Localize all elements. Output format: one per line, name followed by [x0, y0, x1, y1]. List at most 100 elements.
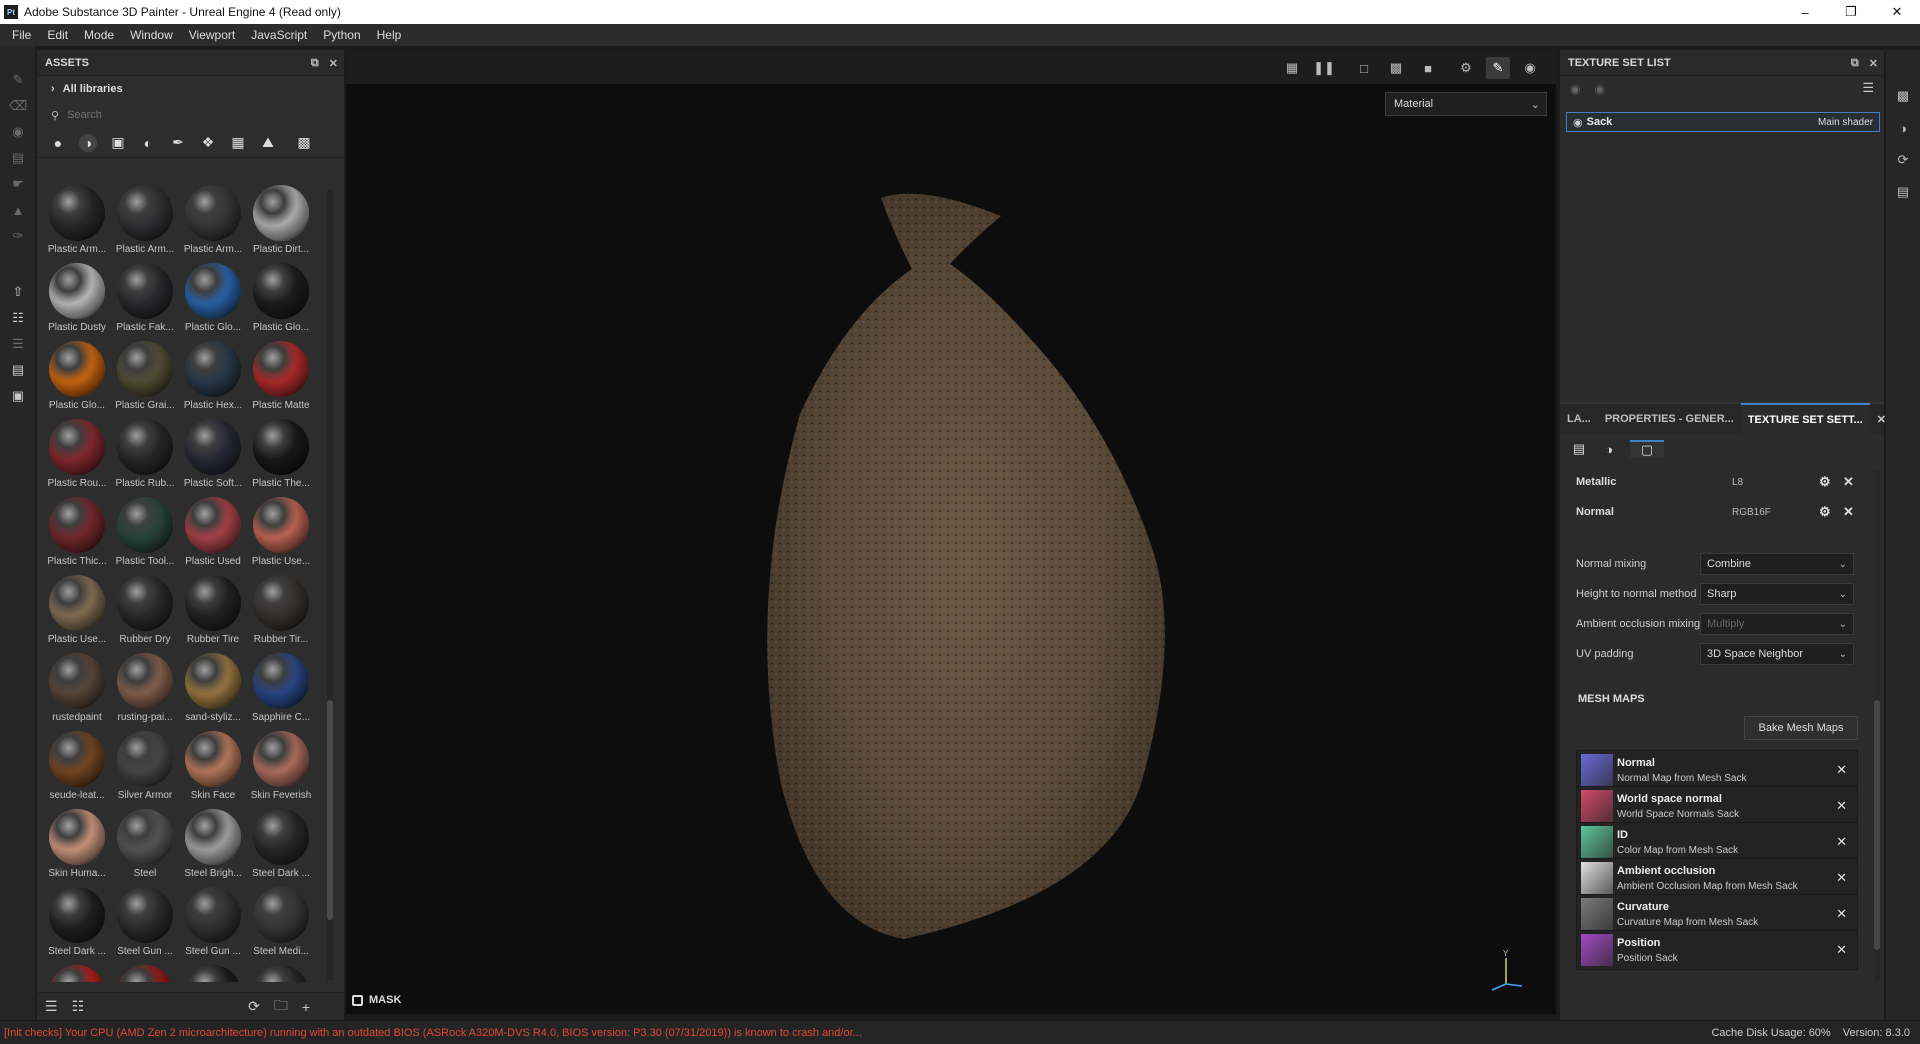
- smart-materials-filter-icon[interactable]: ◑: [79, 133, 97, 152]
- uv-padding-select[interactable]: 3D Space Neighbor ⌄: [1700, 643, 1854, 665]
- mesh-map-item[interactable]: Position Position Sack ✕: [1576, 930, 1858, 970]
- asset-tile[interactable]: Rubber Dry: [111, 572, 179, 650]
- display-settings-icon[interactable]: ▩: [1895, 88, 1911, 104]
- asset-tile[interactable]: Plastic Tool...: [111, 494, 179, 572]
- asset-tile[interactable]: Skin Feverish: [247, 728, 315, 806]
- asset-tile[interactable]: Plastic Use...: [43, 572, 111, 650]
- asset-tile[interactable]: Plastic Arm...: [179, 182, 247, 260]
- asset-tile[interactable]: Plastic Rub...: [111, 416, 179, 494]
- asset-tile[interactable]: Plastic Fak...: [111, 260, 179, 338]
- asset-tile[interactable]: Plastic Thic...: [43, 494, 111, 572]
- view-2d-icon[interactable]: □: [1352, 57, 1376, 79]
- hide-ui-icon[interactable]: ▦: [1280, 57, 1304, 79]
- remove-channel-icon[interactable]: ✕: [1843, 474, 1854, 490]
- menu-viewport[interactable]: Viewport: [181, 28, 243, 42]
- shader-icon[interactable]: ◑: [1895, 120, 1911, 136]
- asset-tile[interactable]: [247, 962, 315, 982]
- masks-filter-icon[interactable]: ▣: [109, 134, 127, 152]
- asset-tile[interactable]: Rubber Tir...: [247, 572, 315, 650]
- paint-brush-icon[interactable]: ✎: [10, 72, 26, 88]
- menu-file[interactable]: File: [4, 28, 39, 42]
- gear-icon[interactable]: ⚙: [1819, 504, 1831, 520]
- folder-icon[interactable]: 🗀: [274, 995, 288, 1019]
- normal-mixing-select[interactable]: Combine ⌄: [1700, 553, 1854, 575]
- asset-tile[interactable]: Plastic Arm...: [43, 182, 111, 260]
- asset-tile[interactable]: Plastic Used: [179, 494, 247, 572]
- asset-tile[interactable]: Plastic Dirt...: [247, 182, 315, 260]
- library-selector[interactable]: › All libraries: [37, 76, 344, 102]
- asset-tile[interactable]: rusting-pai...: [111, 650, 179, 728]
- texture-set-settings-icon[interactable]: ▤: [1570, 440, 1588, 458]
- generators-filter-icon[interactable]: ◐: [139, 134, 157, 152]
- remove-channel-icon[interactable]: ✕: [1843, 504, 1854, 520]
- asset-tile[interactable]: Plastic Glo...: [43, 338, 111, 416]
- eye-icon[interactable]: ◉: [1594, 82, 1604, 96]
- menu-edit[interactable]: Edit: [39, 28, 76, 42]
- asset-tile[interactable]: seude-leat...: [43, 728, 111, 806]
- restore-icon[interactable]: ❐: [1828, 0, 1874, 24]
- close-panel-icon[interactable]: ✕: [1869, 57, 1878, 70]
- texture-set-row[interactable]: ◉ Sack Main shader: [1566, 112, 1880, 132]
- asset-tile[interactable]: Silver Armor: [111, 728, 179, 806]
- right-panel-scrollbar[interactable]: [1874, 470, 1880, 980]
- settings-menu-icon[interactable]: ☰: [1862, 80, 1874, 96]
- channel-format[interactable]: RGB16F: [1732, 507, 1771, 518]
- asset-tile[interactable]: Skin Face: [179, 728, 247, 806]
- remove-mesh-map-icon[interactable]: ✕: [1836, 942, 1847, 958]
- shader-name[interactable]: Main shader: [1818, 117, 1873, 128]
- add-icon[interactable]: +: [302, 999, 310, 1015]
- document-icon[interactable]: ▤: [10, 362, 26, 378]
- asset-tile[interactable]: Steel Dark ...: [247, 806, 315, 884]
- asset-tile[interactable]: Plastic Use...: [247, 494, 315, 572]
- asset-tile[interactable]: Steel: [111, 806, 179, 884]
- float-panel-icon[interactable]: ⧉: [311, 57, 319, 70]
- gear-icon[interactable]: ⚙: [1819, 474, 1831, 490]
- mesh-map-item[interactable]: World space normal World Space Normals Sa…: [1576, 786, 1858, 826]
- eye-icon[interactable]: ◉: [1573, 116, 1583, 129]
- polygon-fill-icon[interactable]: ▤: [10, 150, 26, 166]
- display-settings-icon[interactable]: ▢: [1630, 440, 1664, 458]
- bake-mesh-maps-button[interactable]: Bake Mesh Maps: [1744, 716, 1858, 740]
- asset-tile[interactable]: Plastic Hex...: [179, 338, 247, 416]
- asset-tile[interactable]: Sapphire C...: [247, 650, 315, 728]
- asset-tile[interactable]: Plastic Glo...: [247, 260, 315, 338]
- eraser-icon[interactable]: ⌫: [9, 98, 27, 114]
- asset-tile[interactable]: [43, 962, 111, 982]
- projection-icon[interactable]: ◉: [10, 124, 26, 140]
- asset-tile[interactable]: Steel Brigh...: [179, 806, 247, 884]
- status-message[interactable]: [Init checks] Your CPU (AMD Zen 2 microa…: [0, 1027, 862, 1039]
- mesh-map-item[interactable]: ID Color Map from Mesh Sack ✕: [1576, 822, 1858, 862]
- search-input[interactable]: [67, 109, 268, 121]
- remove-mesh-map-icon[interactable]: ✕: [1836, 870, 1847, 886]
- shader-settings-icon[interactable]: ◑: [1600, 440, 1618, 458]
- asset-tile[interactable]: Plastic The...: [247, 416, 315, 494]
- materials-filter-icon[interactable]: ●: [49, 134, 67, 152]
- asset-tile[interactable]: rustedpaint: [43, 650, 111, 728]
- asset-tile[interactable]: Steel Medi...: [247, 884, 315, 962]
- remove-mesh-map-icon[interactable]: ✕: [1836, 906, 1847, 922]
- hide-icon[interactable]: ◉: [1570, 82, 1580, 96]
- particles-filter-icon[interactable]: ❖: [199, 134, 217, 152]
- remove-mesh-map-icon[interactable]: ✕: [1836, 762, 1847, 778]
- refresh-icon[interactable]: ⟳: [248, 998, 260, 1015]
- menu-javascript[interactable]: JavaScript: [243, 28, 315, 42]
- menu-mode[interactable]: Mode: [76, 28, 122, 42]
- asset-tile[interactable]: Steel Gun ...: [179, 884, 247, 962]
- menu-python[interactable]: Python: [315, 28, 368, 42]
- remove-mesh-map-icon[interactable]: ✕: [1836, 834, 1847, 850]
- asset-tile[interactable]: Skin Huma...: [43, 806, 111, 884]
- 3d-viewport[interactable]: Material ⌄ Y MASK: [346, 84, 1556, 1014]
- menu-window[interactable]: Window: [122, 28, 181, 42]
- screenshot-icon[interactable]: ◉: [1518, 57, 1542, 79]
- pause-icon[interactable]: ❚❚: [1312, 57, 1336, 79]
- remove-mesh-map-icon[interactable]: ✕: [1836, 798, 1847, 814]
- asset-tile[interactable]: Plastic Soft...: [179, 416, 247, 494]
- asset-tile[interactable]: Steel Gun ...: [111, 884, 179, 962]
- asset-tile[interactable]: sand-styliz...: [179, 650, 247, 728]
- shelf-icon[interactable]: ☰: [10, 336, 26, 352]
- learn-icon[interactable]: ▣: [10, 388, 26, 404]
- tab-layers[interactable]: LA...: [1560, 413, 1598, 425]
- log-icon[interactable]: ▤: [1895, 184, 1911, 200]
- tab-texture-set-settings[interactable]: TEXTURE SET SETT...: [1740, 403, 1870, 435]
- asset-tile[interactable]: Plastic Arm...: [111, 182, 179, 260]
